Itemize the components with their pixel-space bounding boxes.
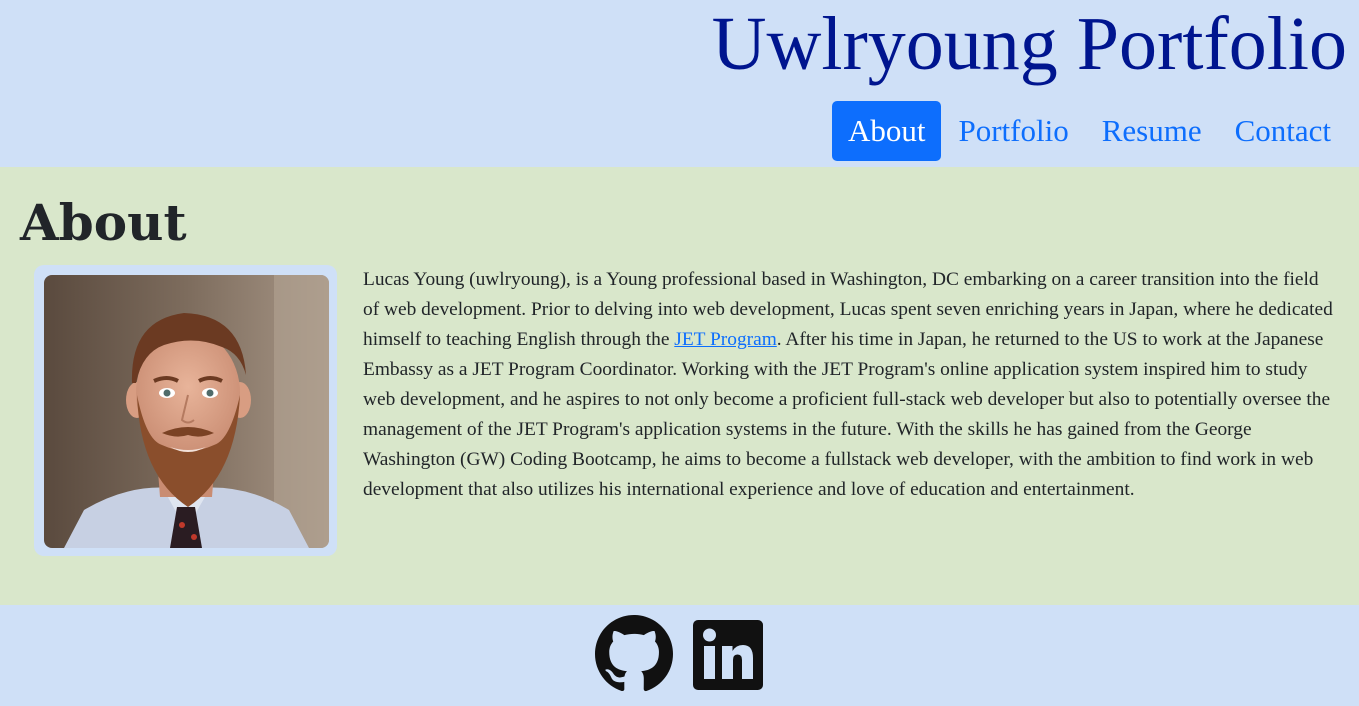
about-heading: About	[20, 193, 187, 252]
main-nav: About Portfolio Resume Contact	[831, 101, 1347, 161]
about-section: About Lucas Young (uwlryoung), is a Youn…	[0, 167, 1359, 605]
linkedin-icon[interactable]	[693, 615, 763, 697]
jet-program-link[interactable]: JET Program	[674, 329, 777, 350]
nav-resume[interactable]: Resume	[1086, 101, 1218, 161]
nav-about[interactable]: About	[831, 101, 942, 161]
about-bio: Lucas Young (uwlryoung), is a Young prof…	[363, 265, 1338, 505]
nav-portfolio[interactable]: Portfolio	[942, 101, 1084, 161]
site-footer	[0, 605, 1359, 706]
profile-photo	[44, 275, 329, 548]
github-icon[interactable]	[595, 615, 673, 697]
social-links	[595, 615, 763, 697]
nav-contact[interactable]: Contact	[1219, 101, 1347, 161]
site-title: Uwlryoung Portfolio	[711, 2, 1347, 86]
bio-text-part2: . After his time in Japan, he returned t…	[363, 329, 1331, 500]
site-header: Uwlryoung Portfolio About Portfolio Resu…	[0, 0, 1359, 167]
profile-photo-frame	[34, 265, 337, 556]
